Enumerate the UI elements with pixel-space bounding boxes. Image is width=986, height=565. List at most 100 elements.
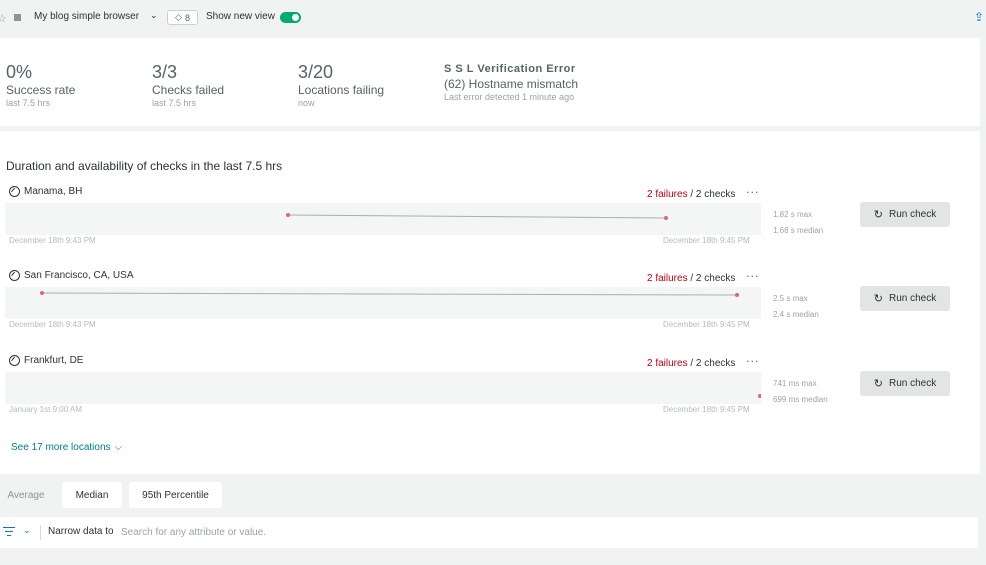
sparkline-svg xyxy=(758,394,761,398)
run-check-button[interactable]: ↻ Run check xyxy=(860,286,950,311)
failure-point[interactable] xyxy=(40,291,44,295)
checks-count: / 2 checks xyxy=(687,189,736,200)
more-options-icon[interactable]: ··· xyxy=(746,355,760,368)
tags-button[interactable]: ◇ 8 xyxy=(167,10,198,25)
narrow-data-label: Narrow data to xyxy=(48,526,114,537)
location-name: Frankfurt, DE xyxy=(9,355,83,366)
duration-sparkline xyxy=(5,287,761,319)
location-name-text: Frankfurt, DE xyxy=(24,355,84,366)
share-icon[interactable]: ⇪ xyxy=(974,10,984,24)
locations-failing-stat: 3/20 Locations failing now xyxy=(298,62,384,108)
sparkline-svg xyxy=(286,213,668,220)
success-rate-stat: 0% Success rate last 7.5 hrs xyxy=(6,62,75,108)
axis-start: January 1st 9:00 AM xyxy=(9,405,82,414)
checks-title: Duration and availability of checks in t… xyxy=(6,159,283,173)
run-check-label: Run check xyxy=(888,209,937,220)
search-input[interactable] xyxy=(121,523,521,541)
failures-summary[interactable]: 2 failures / 2 checks xyxy=(647,189,735,200)
filter-bar: ⌄ Narrow data to xyxy=(0,517,978,548)
p95-option[interactable]: 95th Percentile xyxy=(129,482,222,508)
location-name: Manama, BH xyxy=(9,186,82,197)
success-rate-sub: last 7.5 hrs xyxy=(6,98,51,108)
entity-type-icon xyxy=(14,14,21,21)
star-icon[interactable]: ☆ xyxy=(0,12,7,25)
new-view-label: Show new view xyxy=(206,11,275,22)
checks-failed-stat: 3/3 Checks failed last 7.5 hrs xyxy=(152,62,224,108)
average-option[interactable]: Average xyxy=(0,482,52,508)
locations-failing-value: 3/20 xyxy=(298,62,334,82)
tag-count: 8 xyxy=(184,12,190,23)
location-name-text: Manama, BH xyxy=(24,186,83,197)
location-row: Frankfurt, DE 2 failures / 2 checks ··· … xyxy=(0,355,980,435)
see-more-locations-link[interactable]: See 17 more locations ⌵ xyxy=(11,442,122,453)
duration-sparkline xyxy=(5,372,761,404)
failure-point[interactable] xyxy=(758,394,761,398)
refresh-icon: ↻ xyxy=(873,378,883,390)
filter-icon[interactable] xyxy=(3,527,15,537)
run-check-label: Run check xyxy=(888,378,937,389)
sparkline-line xyxy=(287,214,667,219)
failures-count: 2 failures xyxy=(647,189,688,200)
locations-failing-label: Locations failing xyxy=(298,83,385,97)
sparkline-line xyxy=(41,292,738,296)
duration-sparkline xyxy=(5,203,761,235)
success-rate-value: 0% xyxy=(6,62,33,82)
run-check-button[interactable]: ↻ Run check xyxy=(860,202,950,227)
failure-point[interactable] xyxy=(735,293,739,297)
duration-max: 741 ms max xyxy=(773,379,817,388)
duration-median: 699 ms median xyxy=(773,395,828,404)
entity-name[interactable]: My blog simple browser xyxy=(34,11,139,22)
duration-max: 2.5 s max xyxy=(773,294,808,303)
last-error: S S L Verification Error (62) Hostname m… xyxy=(444,63,578,102)
summary-card: 0% Success rate last 7.5 hrs 3/3 Checks … xyxy=(0,38,980,126)
duration-stats: 2.5 s max 2.4 s median xyxy=(773,291,819,323)
location-row: Manama, BH 2 failures / 2 checks ··· Dec… xyxy=(0,186,980,266)
error-title: S S L Verification Error xyxy=(444,63,576,75)
median-option[interactable]: Median xyxy=(62,482,122,508)
failures-summary[interactable]: 2 failures / 2 checks xyxy=(647,273,735,284)
axis-start: December 18th 9:43 PM xyxy=(9,236,96,245)
location-name: San Francisco, CA, USA xyxy=(9,270,133,281)
chevron-down-icon[interactable]: ⌄ xyxy=(23,526,31,536)
sparkline-svg xyxy=(40,291,739,297)
axis-end: December 18th 9:45 PM xyxy=(663,236,750,245)
top-bar: ☆ My blog simple browser ⌄ ◇ 8 Show new … xyxy=(0,0,986,36)
axis-end: December 18th 9:45 PM xyxy=(663,320,750,329)
success-rate-label: Success rate xyxy=(6,83,76,97)
duration-median: 1.68 s median xyxy=(773,226,824,235)
axis-start: December 18th 9:43 PM xyxy=(9,320,96,329)
globe-icon xyxy=(9,186,20,197)
divider xyxy=(40,525,41,540)
globe-icon xyxy=(9,355,20,366)
failure-point[interactable] xyxy=(286,213,290,217)
see-more-label: See 17 more locations xyxy=(11,442,111,453)
more-options-icon[interactable]: ··· xyxy=(746,186,760,199)
checks-failed-label: Checks failed xyxy=(152,83,225,97)
duration-stats: 1.82 s max 1.68 s median xyxy=(773,207,823,239)
refresh-icon: ↻ xyxy=(873,209,883,221)
checks-failed-sub: last 7.5 hrs xyxy=(152,98,197,108)
new-view-toggle[interactable] xyxy=(280,12,301,23)
checks-card: Duration and availability of checks in t… xyxy=(0,131,980,474)
failure-point[interactable] xyxy=(664,216,668,220)
failures-count: 2 failures xyxy=(647,358,688,369)
location-name-text: San Francisco, CA, USA xyxy=(24,270,134,281)
run-check-label: Run check xyxy=(888,293,937,304)
duration-stats: 741 ms max 699 ms median xyxy=(773,376,828,408)
chevron-down-icon: ⌵ xyxy=(114,442,123,453)
tag-icon: ◇ xyxy=(175,12,182,22)
more-options-icon[interactable]: ··· xyxy=(746,270,760,283)
locations-failing-sub: now xyxy=(298,98,315,108)
globe-icon xyxy=(9,270,20,281)
failures-summary[interactable]: 2 failures / 2 checks xyxy=(647,358,735,369)
error-sub: Last error detected 1 minute ago xyxy=(444,92,575,102)
run-check-button[interactable]: ↻ Run check xyxy=(860,371,950,396)
checks-count: / 2 checks xyxy=(687,358,736,369)
chevron-down-icon[interactable]: ⌄ xyxy=(150,11,158,21)
axis-end: December 18th 9:45 PM xyxy=(663,405,750,414)
duration-max: 1.82 s max xyxy=(773,210,813,219)
location-row: San Francisco, CA, USA 2 failures / 2 ch… xyxy=(0,270,980,350)
duration-median: 2.4 s median xyxy=(773,310,819,319)
checks-failed-value: 3/3 xyxy=(152,62,178,82)
error-message: (62) Hostname mismatch xyxy=(444,77,579,91)
